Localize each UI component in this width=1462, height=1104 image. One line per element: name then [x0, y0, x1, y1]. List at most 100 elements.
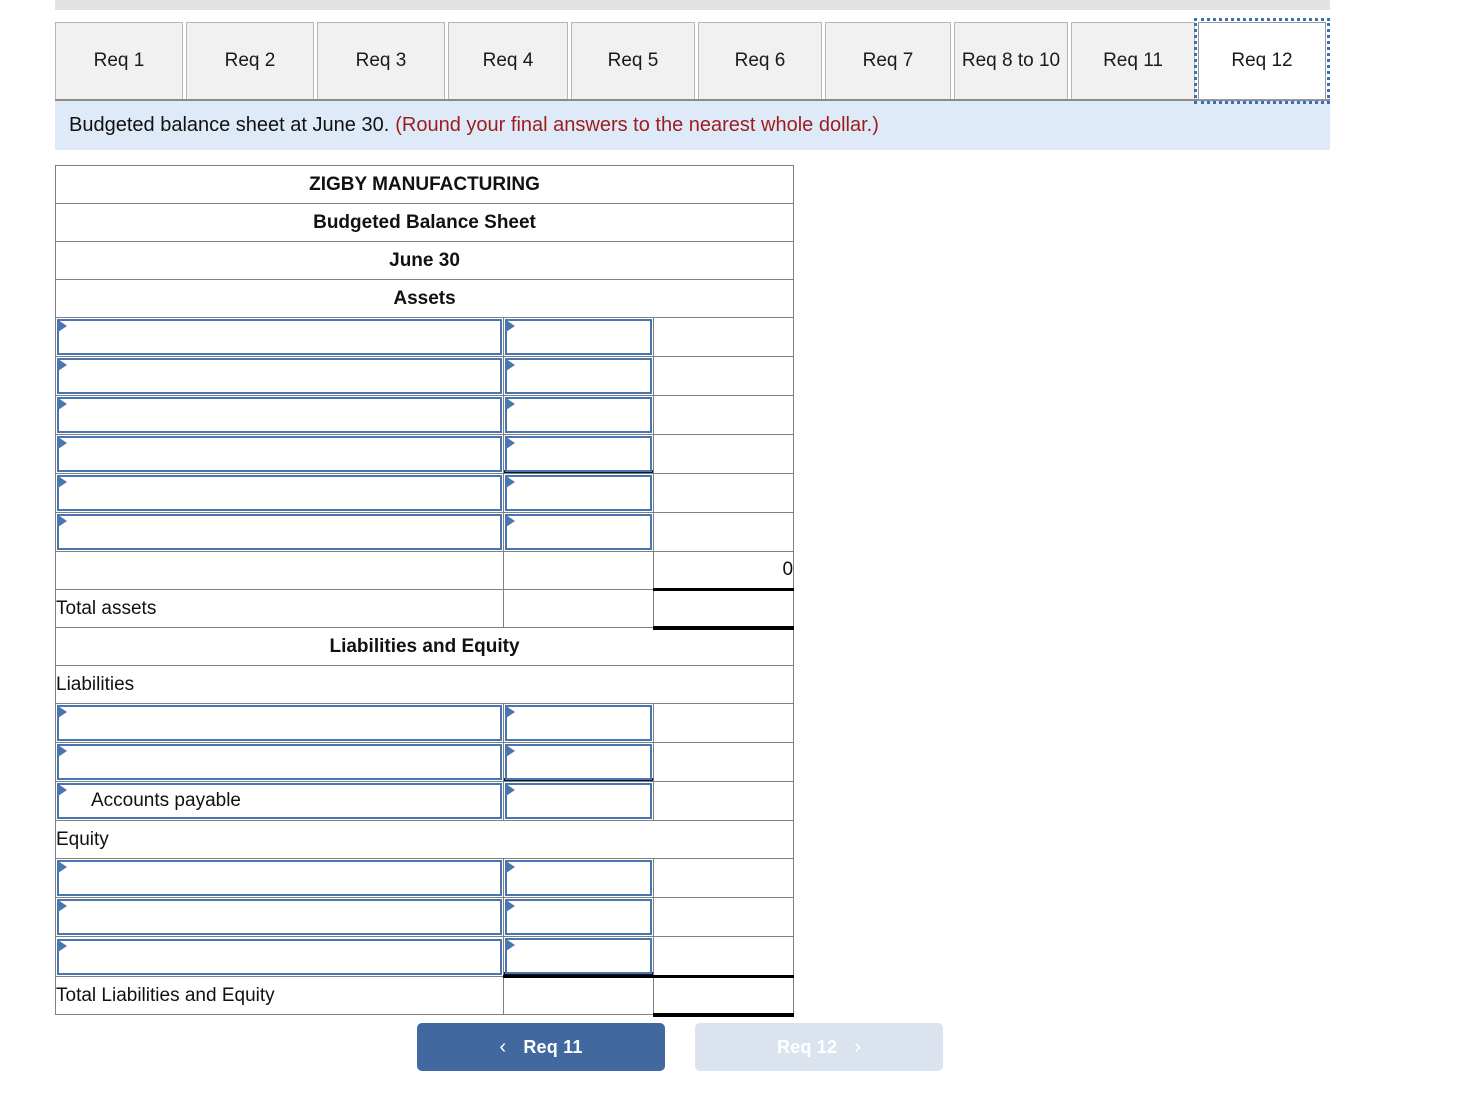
account-name-select[interactable] — [57, 475, 502, 511]
chevron-right-icon: › — [854, 1036, 862, 1058]
secondary-amount-cell — [652, 858, 795, 898]
tab-req-8-to-10[interactable]: Req 8 to 10 — [954, 22, 1068, 100]
liabilities-subheading: Liabilities — [54, 665, 795, 704]
account-name-select[interactable] — [57, 436, 502, 472]
amount-input[interactable] — [505, 705, 652, 741]
amount-input[interactable] — [505, 744, 652, 780]
account-name-select[interactable] — [57, 899, 502, 935]
account-name-select[interactable] — [57, 319, 502, 355]
account-name-cell — [55, 395, 504, 435]
table-row — [55, 395, 795, 435]
prev-requirement-label: Req 11 — [523, 1036, 583, 1057]
requirement-tab-bar: Req 1 Req 2 Req 3 Req 4 Req 5 Req 6 Req 7 Req 8… — [55, 18, 1330, 104]
table-row: Budgeted Balance Sheet — [54, 203, 795, 242]
account-name-cell — [55, 317, 504, 357]
top-gray-strip — [55, 0, 1330, 10]
amount-cell — [503, 395, 654, 435]
amount-cell — [503, 356, 654, 396]
secondary-amount-cell — [652, 317, 795, 357]
account-name-select[interactable] — [57, 397, 502, 433]
amount-input[interactable] — [505, 514, 652, 550]
table-row: Total assets — [55, 588, 795, 630]
total-liabilities-equity-value — [652, 975, 795, 1017]
account-name-cell — [55, 858, 504, 898]
account-name-cell — [55, 703, 504, 743]
table-row: Assets — [54, 279, 795, 318]
account-name-cell — [55, 742, 504, 782]
account-name-cell — [55, 897, 504, 937]
liabilities-equity-section-header: Liabilities and Equity — [54, 627, 795, 666]
tab-req-11[interactable]: Req 11 — [1071, 22, 1195, 100]
amount-input[interactable] — [505, 436, 652, 472]
prev-requirement-button[interactable]: ‹ Req 11 — [417, 1023, 665, 1071]
tab-req-1[interactable]: Req 1 — [55, 22, 183, 100]
account-name-cell — [55, 512, 504, 552]
table-row — [55, 512, 795, 552]
tab-req-3[interactable]: Req 3 — [317, 22, 445, 100]
amount-input[interactable] — [505, 475, 652, 511]
secondary-amount-cell — [652, 936, 795, 977]
account-name-cell: Accounts payable — [55, 781, 504, 821]
amount-cell — [503, 897, 654, 937]
amount-input[interactable] — [505, 319, 652, 355]
account-name-select[interactable] — [57, 358, 502, 394]
table-row: Total Liabilities and Equity — [55, 975, 795, 1017]
account-name-select[interactable] — [57, 514, 502, 550]
assets-subtotal-value: 0 — [652, 551, 795, 590]
amount-cell — [503, 473, 654, 513]
amount-cell — [503, 936, 654, 977]
table-row: Liabilities — [54, 665, 795, 704]
spacer-cell — [503, 975, 654, 1015]
account-name-select[interactable] — [57, 938, 502, 975]
amount-input[interactable] — [505, 899, 652, 935]
tab-req-12[interactable]: Req 12 — [1194, 18, 1330, 104]
table-row: Equity — [54, 820, 795, 859]
tab-req-5[interactable]: Req 5 — [571, 22, 695, 100]
tab-req-6[interactable]: Req 6 — [698, 22, 822, 100]
table-row — [55, 858, 795, 898]
secondary-amount-cell — [652, 473, 795, 513]
tab-req-7[interactable]: Req 7 — [825, 22, 951, 100]
amount-input[interactable] — [505, 783, 652, 819]
table-row: 0 — [55, 551, 795, 590]
tab-req-2[interactable]: Req 2 — [186, 22, 314, 100]
account-name-select[interactable]: Accounts payable — [57, 783, 502, 819]
secondary-amount-cell — [652, 395, 795, 435]
navigation-buttons: ‹ Req 11 Req 12 › — [417, 1023, 943, 1071]
table-row — [55, 936, 795, 977]
chevron-left-icon: ‹ — [499, 1036, 507, 1058]
tab-req-4[interactable]: Req 4 — [448, 22, 568, 100]
table-row: ZIGBY MANUFACTURING — [54, 165, 795, 204]
budgeted-balance-sheet-table: ZIGBY MANUFACTURING Budgeted Balance Shee… — [54, 165, 795, 1017]
total-assets-label: Total assets — [55, 589, 504, 628]
amount-cell — [503, 703, 654, 743]
next-requirement-label: Req 12 — [776, 1036, 838, 1057]
account-name-cell — [55, 473, 504, 513]
secondary-amount-cell — [652, 512, 795, 552]
account-name-cell — [55, 936, 504, 977]
assets-section-header: Assets — [54, 279, 795, 318]
secondary-amount-cell — [652, 897, 795, 937]
amount-cell — [503, 434, 654, 474]
next-requirement-button[interactable]: Req 12 › — [695, 1023, 943, 1071]
amount-input[interactable] — [505, 358, 652, 394]
statement-date-header: June 30 — [54, 241, 795, 280]
account-name-cell — [55, 434, 504, 474]
amount-input[interactable] — [505, 938, 652, 974]
secondary-amount-cell — [652, 742, 795, 782]
equity-subheading: Equity — [54, 820, 795, 859]
table-row — [55, 434, 795, 474]
amount-input[interactable] — [505, 860, 652, 896]
total-assets-value — [652, 588, 795, 630]
table-row — [55, 742, 795, 782]
account-name-select[interactable] — [57, 705, 502, 741]
amount-cell — [503, 858, 654, 898]
account-name-select[interactable] — [57, 744, 502, 780]
instruction-text: Budgeted balance sheet at June 30. — [69, 114, 390, 136]
amount-input[interactable] — [505, 397, 652, 433]
table-row: June 30 — [54, 241, 795, 280]
spacer-cell — [503, 589, 654, 628]
amount-cell — [503, 781, 654, 821]
account-name-select[interactable] — [57, 860, 502, 896]
company-name-header: ZIGBY MANUFACTURING — [54, 165, 795, 204]
